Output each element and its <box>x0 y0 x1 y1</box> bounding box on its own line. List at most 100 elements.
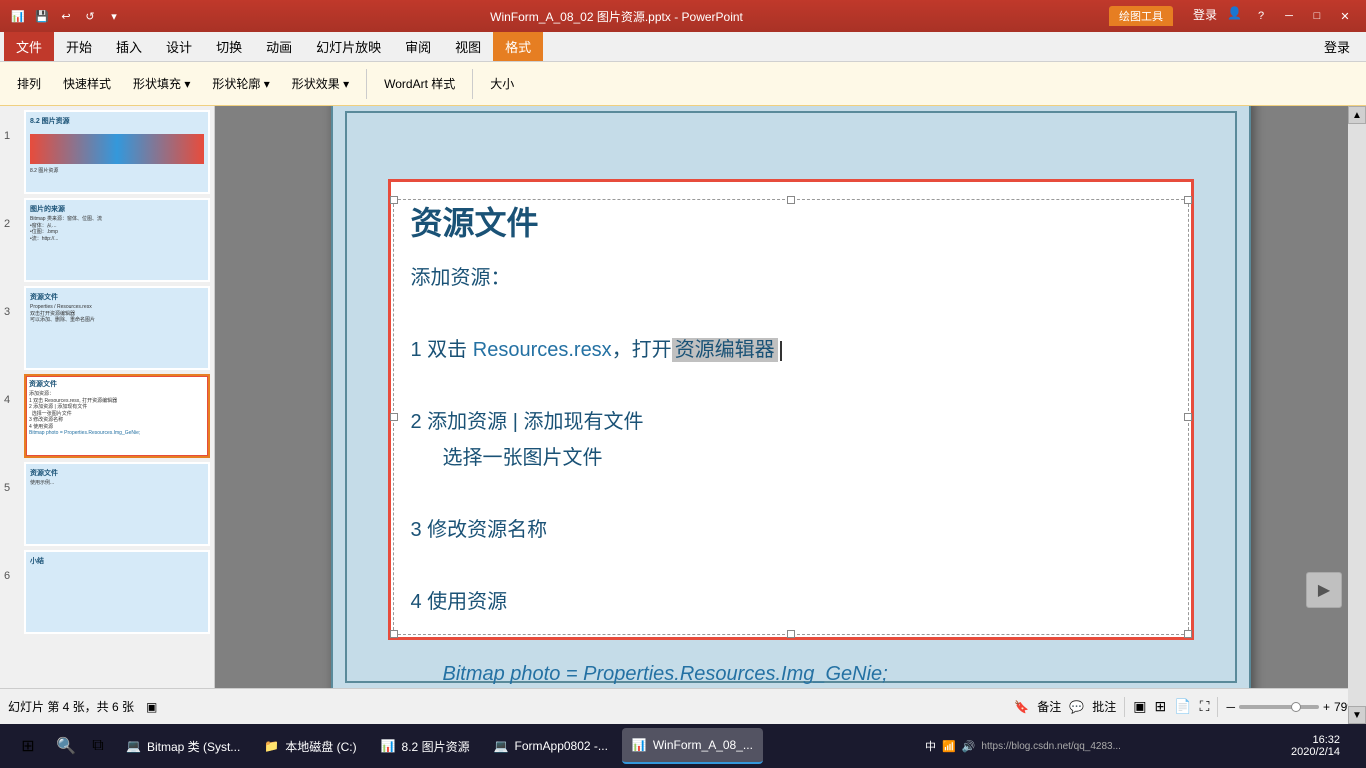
ribbon-effect[interactable]: 形状效果 ▾ <box>283 71 358 96</box>
status-icon-indicator: ▣ <box>146 700 157 714</box>
slide-3[interactable]: 资源文件 Properties / Resources.resx 双击打开资源编… <box>24 286 210 370</box>
selection-box[interactable] <box>393 199 1189 635</box>
handle-br[interactable] <box>1184 630 1192 638</box>
slide-num-1: 1 <box>4 130 20 142</box>
undo-icon[interactable]: ↩ <box>56 6 76 26</box>
menu-bar: 文件 开始 插入 设计 切换 动画 幻灯片放映 审阅 视图 格式 登录 <box>0 32 1366 62</box>
start-icon: ⊞ <box>21 736 34 756</box>
status-sep <box>1124 697 1125 717</box>
help-button[interactable]: ? <box>1248 6 1274 26</box>
ribbon-wordart[interactable]: WordArt 样式 <box>375 71 464 96</box>
taskbar-label-1: 本地磁盘 (C:) <box>285 738 356 755</box>
ribbon-fill[interactable]: 形状填充 ▾ <box>124 71 199 96</box>
view-reader[interactable]: 📄 <box>1174 698 1191 715</box>
zoom-minus[interactable]: ─ <box>1226 700 1235 714</box>
handle-tc[interactable] <box>787 196 795 204</box>
view-fullscreen[interactable]: ⛶ <box>1200 698 1210 715</box>
code-line: Bitmap photo = Properties.Resources.Img_… <box>411 656 1171 688</box>
zoom-control: ─ + 79% <box>1226 700 1358 714</box>
language-indicator[interactable]: 中 <box>925 738 936 754</box>
menu-view[interactable]: 视图 <box>443 32 493 61</box>
slide-thumb-1: 1 8.2 图片资源 8.2 图片资源 <box>4 110 210 194</box>
menu-home[interactable]: 开始 <box>54 32 104 61</box>
close-button[interactable]: ✕ <box>1332 6 1358 26</box>
menu-review[interactable]: 审阅 <box>393 32 443 61</box>
slide-num-2: 2 <box>4 218 20 230</box>
ribbon-arrange[interactable]: 排列 <box>8 71 50 96</box>
slide-1-title: 8.2 图片资源 <box>30 116 204 126</box>
slide-5-text: 使用示例... <box>30 480 204 487</box>
menu-animation[interactable]: 动画 <box>254 32 304 61</box>
view-grid[interactable]: ⊞ <box>1154 698 1166 715</box>
menu-insert[interactable]: 插入 <box>104 32 154 61</box>
slide-1-content: 8.2 图片资源 8.2 图片资源 <box>26 112 208 192</box>
slide-2-content: 图片的来源 Bitmap 类来源：窗体、位图、流 •窗体：从…•位图：.bmp•… <box>26 200 208 280</box>
menu-slideshow[interactable]: 幻灯片放映 <box>304 32 393 61</box>
start-button[interactable]: ⊞ <box>8 728 48 764</box>
taskbar-item-1[interactable]: 📁 本地磁盘 (C:) <box>254 728 366 764</box>
network-icon: 📶 <box>942 740 956 753</box>
canvas-area: 📌 资源文件 添加资源： 1 双击 Resources.resx，打开资源编辑器… <box>215 106 1366 688</box>
zoom-plus[interactable]: + <box>1323 700 1330 714</box>
ribbon-sep1 <box>366 69 367 99</box>
ribbon-outline[interactable]: 形状轮廓 ▾ <box>203 71 278 96</box>
menu-design[interactable]: 设计 <box>154 32 204 61</box>
task-view[interactable]: ⧉ <box>84 732 112 760</box>
taskbar-item-2[interactable]: 📊 8.2 图片资源 <box>371 728 480 764</box>
save-icon[interactable]: 💾 <box>32 6 52 26</box>
menu-transition[interactable]: 切换 <box>204 32 254 61</box>
search-button[interactable]: 🔍 <box>52 732 80 760</box>
taskbar: ⊞ 🔍 ⧉ 💻 Bitmap 类 (Syst... 📁 本地磁盘 (C:) 📊 … <box>0 724 1366 768</box>
zoom-slider[interactable] <box>1239 705 1319 709</box>
slide-1[interactable]: 8.2 图片资源 8.2 图片资源 <box>24 110 210 194</box>
menu-format[interactable]: 格式 <box>493 32 543 61</box>
slide-thumb-6: 6 小结 <box>4 550 210 634</box>
drawing-tools-label: 绘图工具 <box>1109 6 1173 26</box>
slide-2-title: 图片的来源 <box>30 204 204 214</box>
taskbar-item-3[interactable]: 💻 FormApp0802 -... <box>484 728 618 764</box>
show-desktop[interactable] <box>1352 724 1358 768</box>
zoom-thumb <box>1291 702 1301 712</box>
handle-bc[interactable] <box>787 630 795 638</box>
minimize-button[interactable]: ─ <box>1276 6 1302 26</box>
slide-3-title: 资源文件 <box>30 292 204 302</box>
slide-5[interactable]: 资源文件 使用示例... <box>24 462 210 546</box>
slide-info: 幻灯片 第 4 张，共 6 张 <box>8 698 134 715</box>
handle-mr[interactable] <box>1184 413 1192 421</box>
taskbar-item-0[interactable]: 💻 Bitmap 类 (Syst... <box>116 728 250 764</box>
slide-thumb-4: 4 资源文件 添加资源： 1 双击 Resources.resx, 打开资源编辑… <box>4 374 210 458</box>
handle-tr[interactable] <box>1184 196 1192 204</box>
slide-4-text: 添加资源： 1 双击 Resources.resx, 打开资源编辑器 2 添加资… <box>29 391 205 437</box>
menu-login-right[interactable]: 登录 <box>1312 32 1362 61</box>
ribbon-quickstyles[interactable]: 快速样式 <box>54 71 120 96</box>
handle-bl[interactable] <box>390 630 398 638</box>
play-button[interactable]: ▶ <box>1306 572 1342 608</box>
taskbar-item-4[interactable]: 📊 WinForm_A_08_... <box>622 728 763 764</box>
slide-4[interactable]: 资源文件 添加资源： 1 双击 Resources.resx, 打开资源编辑器 … <box>24 374 210 458</box>
notes-button[interactable]: 备注 <box>1037 698 1061 715</box>
redo-icon[interactable]: ↺ <box>80 6 100 26</box>
slide-5-title: 资源文件 <box>30 468 204 478</box>
handle-ml[interactable] <box>390 413 398 421</box>
ribbon-size[interactable]: 大小 <box>481 71 523 96</box>
system-tray: 中 📶 🔊 https://blog.csdn.net/qq_4283... <box>925 738 1121 754</box>
slide-num-4: 4 <box>4 394 20 406</box>
view-normal[interactable]: ▣ <box>1133 698 1146 715</box>
play-icon: ▶ <box>1318 580 1330 600</box>
taskbar-icon-1: 📁 <box>264 739 279 753</box>
user-icon: 👤 <box>1227 6 1242 26</box>
restore-button[interactable]: □ <box>1304 6 1330 26</box>
slide-6[interactable]: 小结 <box>24 550 210 634</box>
slide-num-3: 3 <box>4 306 20 318</box>
status-bar: 幻灯片 第 4 张，共 6 张 ▣ 🔖 备注 💬 批注 ▣ ⊞ 📄 ⛶ ─ + … <box>0 688 1366 724</box>
customize-icon[interactable]: ▾ <box>104 6 124 26</box>
ribbon-sep2 <box>472 69 473 99</box>
slide-2[interactable]: 图片的来源 Bitmap 类来源：窗体、位图、流 •窗体：从…•位图：.bmp•… <box>24 198 210 282</box>
system-clock: 16:32 2020/2/14 <box>1283 734 1348 758</box>
comments-button[interactable]: 批注 <box>1092 698 1116 715</box>
menu-file[interactable]: 文件 <box>4 32 54 61</box>
slide-6-content: 小结 <box>26 552 208 632</box>
handle-tl[interactable] <box>390 196 398 204</box>
taskbar-label-3: FormApp0802 -... <box>515 739 608 753</box>
login-label[interactable]: 登录 <box>1193 6 1217 26</box>
